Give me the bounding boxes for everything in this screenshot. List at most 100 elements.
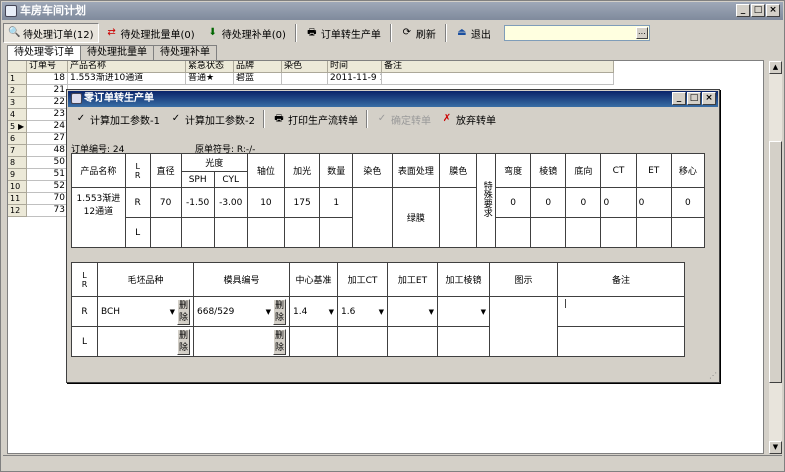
l-et-cell[interactable] bbox=[635, 217, 672, 248]
row-number[interactable]: 11 bbox=[8, 193, 27, 205]
filter-combo[interactable]: ... bbox=[503, 25, 650, 41]
r-diameter-cell[interactable]: 70 bbox=[149, 187, 182, 218]
row-number[interactable]: 7 bbox=[8, 145, 27, 157]
cell-order[interactable]: 70 bbox=[27, 193, 68, 205]
dialog-close-button[interactable]: × bbox=[702, 92, 716, 105]
row-number[interactable]: 8 bbox=[8, 157, 27, 169]
tab-pending-zero-orders[interactable]: 待处理零订单 bbox=[7, 45, 81, 60]
l-center-select[interactable] bbox=[289, 326, 338, 357]
l-add-cell[interactable] bbox=[284, 217, 321, 248]
l-proc-prism-select[interactable] bbox=[437, 326, 490, 357]
col-order-number[interactable]: 订单号 bbox=[27, 61, 68, 73]
row-number[interactable]: 3 bbox=[8, 97, 27, 109]
dialog-maximize-button[interactable]: □ bbox=[687, 92, 701, 105]
cell-urgency[interactable]: 普通★ bbox=[186, 73, 234, 85]
exit-button[interactable]: ⏏ 退出 bbox=[451, 23, 496, 43]
abandon-transfer-button[interactable]: ✗ 放弃转单 bbox=[437, 112, 500, 127]
cell-order[interactable]: 21 bbox=[27, 85, 68, 97]
cell-order[interactable]: 51 bbox=[27, 169, 68, 181]
scroll-thumb[interactable] bbox=[769, 141, 782, 383]
close-button[interactable]: × bbox=[766, 4, 780, 17]
l-mold-select[interactable]: 删除 bbox=[193, 326, 290, 357]
row-number[interactable]: 1 bbox=[8, 73, 27, 85]
pending-batch-button[interactable]: ⇄ 待处理批量单(0) bbox=[101, 23, 200, 43]
cell-order[interactable]: 27 bbox=[27, 133, 68, 145]
confirm-transfer-button[interactable]: ✓ 确定转单 bbox=[372, 112, 435, 127]
maximize-button[interactable]: □ bbox=[751, 4, 765, 17]
cell-order[interactable]: 24 bbox=[27, 121, 68, 133]
note-input[interactable]: | bbox=[557, 296, 685, 327]
col-urgency[interactable]: 紧急状态 bbox=[186, 61, 234, 73]
row-number[interactable]: 2 bbox=[8, 85, 27, 97]
r-mold-select[interactable]: 668/529 ▼ 删除 bbox=[193, 296, 290, 327]
l-note-input[interactable] bbox=[557, 326, 685, 357]
l-sph-cell[interactable] bbox=[180, 217, 215, 248]
l-cyl-cell[interactable] bbox=[213, 217, 248, 248]
r-bend-cell[interactable]: 0 bbox=[494, 187, 532, 218]
l-proc-et-select[interactable] bbox=[387, 326, 438, 357]
cell-note[interactable] bbox=[382, 73, 614, 85]
l-prism-cell[interactable] bbox=[530, 217, 567, 248]
r-prism-cell[interactable]: 0 bbox=[530, 187, 567, 218]
r-cyl-cell[interactable]: -3.00 bbox=[213, 187, 248, 218]
cell-order[interactable]: 50 bbox=[27, 157, 68, 169]
r-qty-cell[interactable]: 1 bbox=[319, 187, 354, 218]
row-number[interactable]: 9 bbox=[8, 169, 27, 181]
r-proc-prism-select[interactable]: ▼ bbox=[437, 296, 490, 327]
tab-pending-supplement[interactable]: 待处理补单 bbox=[153, 45, 217, 60]
r-blank-delete-button[interactable]: 删除 bbox=[177, 298, 190, 325]
col-brand[interactable]: 品牌 bbox=[234, 61, 282, 73]
surface-cell[interactable]: 绿膜 bbox=[391, 187, 441, 248]
r-ct-cell[interactable]: 0 bbox=[600, 187, 637, 218]
cell-product[interactable]: 1.553渐进10通道 bbox=[68, 73, 186, 85]
resize-grip-icon[interactable]: ⋰ bbox=[709, 371, 717, 380]
refresh-button[interactable]: ⟳ 刷新 bbox=[396, 23, 441, 43]
r-et-cell[interactable]: 0 bbox=[635, 187, 672, 218]
r-sph-cell[interactable]: -1.50 bbox=[180, 187, 215, 218]
row-number[interactable]: 12 bbox=[8, 205, 27, 217]
cell-order[interactable]: 52 bbox=[27, 181, 68, 193]
cell-time[interactable]: 2011-11-9 1:0 bbox=[328, 73, 382, 85]
r-shift-cell[interactable]: 0 bbox=[670, 187, 706, 218]
l-shift-cell[interactable] bbox=[670, 217, 706, 248]
r-mold-delete-button[interactable]: 删除 bbox=[273, 298, 286, 325]
l-bend-cell[interactable] bbox=[494, 217, 532, 248]
r-axis-cell[interactable]: 10 bbox=[246, 187, 286, 218]
cell-order[interactable]: 48 bbox=[27, 145, 68, 157]
calc-param2-button[interactable]: ✓ 计算加工参数-2 bbox=[166, 112, 259, 127]
pending-supplement-button[interactable]: ⬇ 待处理补单(0) bbox=[202, 23, 291, 43]
l-ct-cell[interactable] bbox=[600, 217, 637, 248]
r-center-select[interactable]: 1.4 ▼ bbox=[289, 296, 338, 327]
l-blank-select[interactable]: 删除 bbox=[97, 326, 194, 357]
col-note[interactable]: 备注 bbox=[382, 61, 614, 73]
scroll-up-arrow-icon[interactable]: ▲ bbox=[769, 61, 782, 74]
tab-pending-batch[interactable]: 待处理批量单 bbox=[80, 45, 154, 60]
scroll-down-arrow-icon[interactable]: ▼ bbox=[769, 441, 782, 454]
row-number[interactable]: 10 bbox=[8, 181, 27, 193]
l-proc-ct-select[interactable] bbox=[337, 326, 388, 357]
l-diameter-cell[interactable] bbox=[149, 217, 182, 248]
row-number[interactable]: 6 bbox=[8, 133, 27, 145]
l-mold-delete-button[interactable]: 删除 bbox=[273, 328, 286, 355]
r-proc-et-select[interactable]: ▼ bbox=[387, 296, 438, 327]
dialog-minimize-button[interactable]: _ bbox=[672, 92, 686, 105]
r-proc-ct-select[interactable]: 1.6 ▼ bbox=[337, 296, 388, 327]
r-add-cell[interactable]: 175 bbox=[284, 187, 321, 218]
l-base-cell[interactable] bbox=[565, 217, 602, 248]
cell-order[interactable]: 18 bbox=[27, 73, 68, 85]
minimize-button[interactable]: _ bbox=[736, 4, 750, 17]
r-blank-select[interactable]: BCH ▼ 删除 bbox=[97, 296, 194, 327]
l-axis-cell[interactable] bbox=[246, 217, 286, 248]
col-time[interactable]: 时间 bbox=[328, 61, 382, 73]
col-dye[interactable]: 染色 bbox=[282, 61, 328, 73]
col-product-name[interactable]: 产品名称 bbox=[68, 61, 186, 73]
cell-order[interactable]: 23 bbox=[27, 109, 68, 121]
film-color-cell[interactable] bbox=[439, 187, 478, 248]
print-flow-sheet-button[interactable]: 🖶 打印生产流转单 bbox=[269, 112, 362, 127]
cell-brand[interactable]: 碧蓝 bbox=[234, 73, 282, 85]
calc-param1-button[interactable]: ✓ 计算加工参数-1 bbox=[71, 112, 164, 127]
l-blank-delete-button[interactable]: 删除 bbox=[177, 328, 190, 355]
order-to-production-button[interactable]: 🖶 订单转生产单 bbox=[301, 23, 386, 43]
product-name-value[interactable]: 1.553渐进12通道 bbox=[71, 187, 126, 248]
l-qty-cell[interactable] bbox=[319, 217, 354, 248]
